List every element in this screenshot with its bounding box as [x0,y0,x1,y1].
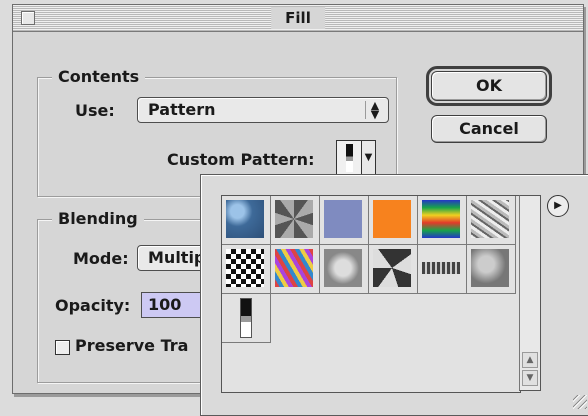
preserve-transparency-checkbox[interactable] [55,340,70,355]
pattern-swatch-rope [422,262,460,274]
use-select[interactable]: Pattern ▲ ▼ [137,97,389,123]
pattern-swatch-stones [324,249,362,287]
cancel-button[interactable]: Cancel [431,115,547,143]
pattern-swatch-gravel [373,249,411,287]
pattern-cell-rocks[interactable] [467,245,516,294]
pattern-cell-custom-gradient[interactable] [222,294,271,343]
blending-group-label: Blending [52,209,144,228]
pattern-grid [221,195,521,393]
pattern-cell-checker[interactable] [222,245,271,294]
pattern-cell-orange[interactable] [369,196,418,245]
scroll-down-arrow-icon[interactable]: ▼ [522,370,538,386]
mode-select-value: Multip [148,248,206,267]
pattern-swatch-blue-gray [324,200,362,238]
preserve-transparency-label: Preserve Tra [75,336,189,355]
pattern-swatch-orange [373,200,411,238]
opacity-label: Opacity: [55,296,131,315]
ok-button[interactable]: OK [426,66,552,106]
pattern-cell-noise-gray[interactable] [271,196,320,245]
use-label: Use: [75,101,115,120]
pattern-cell-rainbow[interactable] [418,196,467,245]
pattern-preview-icon [346,144,353,172]
updown-arrows-icon: ▲ ▼ [365,100,384,120]
pattern-cell-gravel[interactable] [369,245,418,294]
pattern-swatch-confetti [275,249,313,287]
pattern-cell-confetti[interactable] [271,245,320,294]
scroll-up-arrow-icon[interactable]: ▲ [522,352,538,368]
pattern-swatch-rainbow [422,200,460,238]
contents-group-label: Contents [52,67,146,86]
picker-scrollbar[interactable]: ▲ ▼ [519,195,541,391]
dialog-title: Fill [271,7,325,29]
pattern-swatch-noise-gray [275,200,313,238]
pattern-swatch-crumpled [471,200,509,238]
pattern-cell-stones[interactable] [320,245,369,294]
pattern-swatch-checker [226,249,264,287]
pattern-cell-crumpled[interactable] [467,196,516,245]
pattern-dropdown-icon[interactable]: ▼ [362,140,376,176]
mode-label: Mode: [73,249,129,268]
pattern-swatch-custom-gradient [240,298,252,338]
use-select-value: Pattern [148,100,216,119]
pattern-cell-bubbles[interactable] [222,196,271,245]
picker-menu-arrow-icon[interactable]: ▶ [547,195,569,217]
pattern-picker-popup: ▲ ▼ ▶ [200,174,588,416]
close-box-icon[interactable] [21,11,35,25]
pattern-swatch-rocks [471,249,509,287]
title-bar[interactable]: Fill [13,5,583,32]
custom-pattern-label: Custom Pattern: [167,150,315,169]
custom-pattern-well[interactable] [336,140,362,176]
pattern-cell-blue-gray[interactable] [320,196,369,245]
pattern-swatch-bubbles [226,200,264,238]
pattern-cell-rope[interactable] [418,245,467,294]
